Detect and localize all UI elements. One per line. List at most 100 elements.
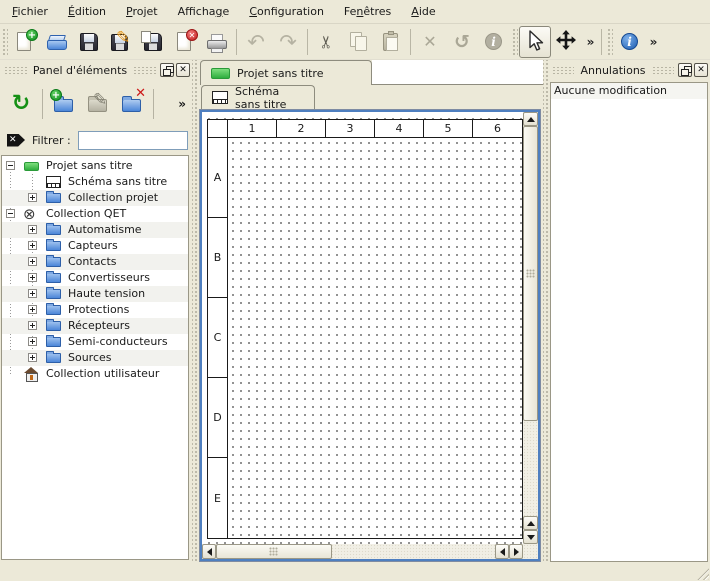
expand-icon[interactable]: [28, 257, 37, 266]
tree-item-contacts[interactable]: Contacts: [2, 254, 188, 270]
toolbar-button-open-document[interactable]: [41, 26, 73, 58]
toolbar-drag-handle[interactable]: [606, 27, 613, 57]
menu-configuration[interactable]: Configuration: [239, 1, 334, 22]
cut-icon: ✂: [315, 30, 339, 54]
menu-projet[interactable]: Projet: [116, 1, 168, 22]
vertical-scroll-thumb[interactable]: [523, 126, 538, 421]
toolbar-button-info[interactable]: i: [478, 26, 510, 58]
horizontal-scroll-thumb[interactable]: [216, 544, 332, 559]
menu-affichage[interactable]: Affichage: [168, 1, 240, 22]
menu-fenetres[interactable]: Fenêtres: [334, 1, 401, 22]
filter-input[interactable]: [78, 131, 188, 150]
tab-schema[interactable]: Schéma sans titre: [201, 85, 315, 109]
folder-icon: [46, 318, 62, 334]
collapse-icon[interactable]: [6, 209, 15, 218]
toolbar-overflow-button[interactable]: »: [646, 35, 661, 49]
toolbar-button-folder-new[interactable]: +: [49, 89, 79, 119]
toolbar-button-copy[interactable]: [343, 26, 375, 58]
expand-icon[interactable]: [28, 289, 37, 298]
resize-grip[interactable]: [696, 567, 709, 580]
close-panel-button[interactable]: [694, 63, 708, 77]
tree-item-protections[interactable]: Protections: [2, 302, 188, 318]
toolbar-button-delete[interactable]: ✕: [414, 26, 446, 58]
expand-icon[interactable]: [28, 305, 37, 314]
print-icon: [205, 30, 229, 54]
tree-item-convertisseurs[interactable]: Convertisseurs: [2, 270, 188, 286]
rotate-icon: ↺: [450, 30, 474, 54]
tree-item-haute-tension[interactable]: Haute tension: [2, 286, 188, 302]
toolbar-button-paste[interactable]: [375, 26, 407, 58]
collapse-icon[interactable]: [6, 161, 15, 170]
tree-item-recepteurs[interactable]: Récepteurs: [2, 318, 188, 334]
vertical-scrollbar[interactable]: [523, 112, 538, 544]
tree-item-schema-sans-titre[interactable]: Schéma sans titre: [2, 174, 188, 190]
tab-project[interactable]: Projet sans titre: [200, 60, 372, 85]
tree-item-collection-qet[interactable]: ⊗Collection QET: [2, 206, 188, 222]
float-panel-button[interactable]: [160, 63, 174, 77]
toolbar-button-cut[interactable]: ✂: [311, 26, 343, 58]
menu-bar: FichierÉditionProjetAffichageConfigurati…: [0, 0, 710, 24]
toolbar-button-close-document[interactable]: ✕: [169, 26, 201, 58]
toolbar-button-save-as[interactable]: ✎: [105, 26, 137, 58]
row-header-column: ABCDE: [208, 138, 228, 538]
toolbar-button-rotate[interactable]: ↺: [446, 26, 478, 58]
undo-history-list: Aucune modification: [550, 82, 708, 562]
tree-item-automatisme[interactable]: Automatisme: [2, 222, 188, 238]
toolbar-drag-handle[interactable]: [511, 27, 518, 57]
left-splitter[interactable]: [192, 60, 199, 562]
expand-icon[interactable]: [28, 225, 37, 234]
toolbar-separator: [601, 29, 602, 55]
menu-edition[interactable]: Édition: [58, 1, 116, 22]
schematic-title-block: 123456 ABCDE: [207, 119, 523, 539]
tree-item-capteurs[interactable]: Capteurs: [2, 238, 188, 254]
toolbar-button-move[interactable]: [551, 26, 583, 58]
undo-list-item[interactable]: Aucune modification: [551, 83, 707, 99]
scroll-right-button[interactable]: [509, 544, 523, 559]
expand-icon[interactable]: [28, 321, 37, 330]
toolbar-button-save[interactable]: [73, 26, 105, 58]
tree-item-projet-sans-titre[interactable]: Projet sans titre: [2, 158, 188, 174]
toolbar-button-redo[interactable]: ↷: [272, 26, 304, 58]
tree-item-label: Convertisseurs: [68, 271, 150, 284]
scroll-up-button[interactable]: [523, 112, 538, 126]
scroll-down-button[interactable]: [523, 530, 538, 544]
toolbar-button-info-blue[interactable]: i: [614, 26, 646, 58]
menu-fichier[interactable]: Fichier: [2, 1, 58, 22]
clear-filter-icon[interactable]: ✕: [7, 134, 25, 147]
toolbar-button-undo[interactable]: ↶: [240, 26, 272, 58]
column-header-row: 123456: [208, 120, 522, 138]
tab-bar-empty-area: [372, 60, 543, 85]
toolbar-button-print[interactable]: [201, 26, 233, 58]
toolbar-drag-handle[interactable]: [1, 27, 8, 57]
toolbar-overflow-button[interactable]: »: [583, 35, 598, 49]
toolbar-button-folder-delete[interactable]: ✕: [117, 89, 147, 119]
expand-icon[interactable]: [28, 241, 37, 250]
schematic-canvas[interactable]: 123456 ABCDE: [202, 112, 523, 544]
toolbar-button-refresh[interactable]: ↻: [6, 89, 36, 119]
menu-aide[interactable]: Aide: [401, 1, 445, 22]
tree-item-collection-projet[interactable]: Collection projet: [2, 190, 188, 206]
expand-icon[interactable]: [28, 353, 37, 362]
redo-icon: ↷: [276, 30, 300, 54]
scroll-up-button-2[interactable]: [523, 516, 538, 530]
status-bar: [0, 562, 710, 581]
expand-icon[interactable]: [28, 273, 37, 282]
tree-item-semi-conducteurs[interactable]: Semi-conducteurs: [2, 334, 188, 350]
scroll-left-button[interactable]: [202, 544, 216, 559]
horizontal-scrollbar[interactable]: [202, 544, 523, 559]
expand-icon[interactable]: [28, 337, 37, 346]
expand-icon[interactable]: [28, 193, 37, 202]
toolbar-button-new-document[interactable]: +: [9, 26, 41, 58]
close-panel-button[interactable]: [176, 63, 190, 77]
toolbar-button-pointer[interactable]: [519, 26, 551, 58]
tree-item-sources[interactable]: Sources: [2, 350, 188, 366]
toolbar-overflow-button[interactable]: »: [178, 97, 186, 111]
tree-item-collection-utilisateur[interactable]: Collection utilisateur: [2, 366, 188, 382]
folder-icon: [46, 254, 62, 270]
scroll-left-button-2[interactable]: [495, 544, 509, 559]
float-panel-button[interactable]: [678, 63, 692, 77]
toolbar-button-save-all[interactable]: [137, 26, 169, 58]
elements-panel: Panel d'éléments ↻+✎✕» ✕ Filtrer : Proje…: [0, 60, 192, 562]
toolbar-button-folder-edit[interactable]: ✎: [83, 89, 113, 119]
column-header: 2: [277, 120, 326, 138]
